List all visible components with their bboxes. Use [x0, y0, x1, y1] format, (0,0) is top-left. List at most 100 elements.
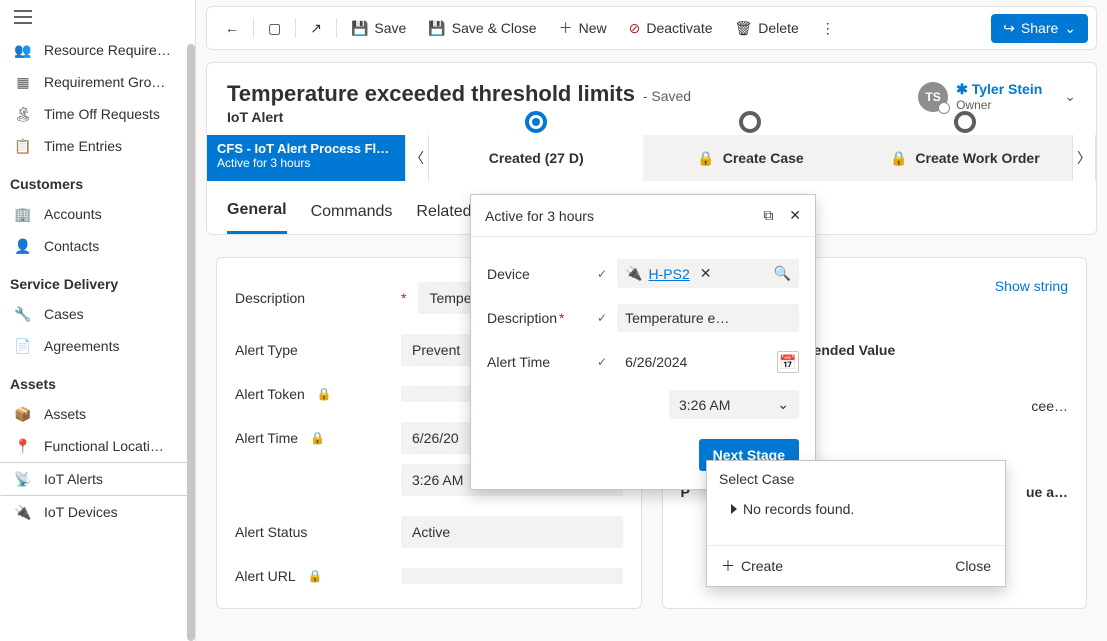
command-bar: ← ▢ ↗ 💾Save 💾Save & Close ＋New ⊘Deactiva… — [206, 6, 1097, 50]
save-close-button[interactable]: 💾Save & Close — [418, 14, 546, 43]
data-row: ue a… — [1026, 484, 1068, 500]
close-icon[interactable]: ✕ — [789, 207, 801, 223]
stage-circle-icon — [954, 111, 976, 133]
tab-commands[interactable]: Commands — [311, 195, 393, 233]
nav-resource-requirements[interactable]: 👥Resource Require… — [0, 34, 195, 66]
grid-icon: ▦ — [14, 73, 32, 91]
account-icon: 🏢 — [14, 205, 32, 223]
nav-section-service-delivery: Service Delivery — [0, 262, 195, 298]
check-icon: ✓ — [597, 267, 607, 281]
nav-functional-locations[interactable]: 📍Functional Locati… — [0, 430, 195, 462]
lookup-close-button[interactable]: Close — [955, 556, 991, 576]
nav-agreements[interactable]: 📄Agreements — [0, 330, 195, 362]
alert-status-input[interactable]: Active — [401, 516, 623, 548]
owner-role: Owner — [956, 98, 1042, 112]
flyout-field-description: Description* ✓ Temperature e… — [487, 296, 799, 340]
nav-section-customers: Customers — [0, 162, 195, 198]
back-button[interactable]: ← — [215, 14, 249, 42]
tab-related[interactable]: Related — [416, 195, 471, 233]
cube-icon: 📦 — [14, 405, 32, 423]
bpf-stage-created[interactable]: Created (27 D) — [429, 135, 643, 181]
flyout-field-alert-time: Alert Time ✓ 6/26/2024 📅 — [487, 340, 799, 384]
bpf-header[interactable]: CFS - IoT Alert Process Fl… Active for 3… — [207, 135, 405, 181]
owner-box[interactable]: TS ✱ Tyler Stein Owner ⌄ — [918, 81, 1076, 112]
timeoff-icon: 🏝 — [14, 105, 32, 123]
bpf-stage-create-case[interactable]: 🔒 Create Case — [643, 135, 857, 181]
lock-icon: 🔒 — [317, 387, 332, 401]
nav-time-off[interactable]: 🏝Time Off Requests — [0, 98, 195, 130]
clear-icon[interactable]: ✕ — [700, 265, 712, 282]
plus-icon: ＋ — [721, 556, 735, 576]
nav-iot-alerts[interactable]: 📡IoT Alerts — [0, 462, 195, 496]
plus-icon: ＋ — [559, 18, 573, 38]
deactivate-icon: ⊘ — [629, 20, 641, 37]
pin-icon: 📍 — [14, 437, 32, 455]
save-icon: 💾 — [351, 20, 368, 37]
contact-icon: 👤 — [14, 237, 32, 255]
chevron-down-icon[interactable]: ⌄ — [1064, 88, 1076, 105]
bpf-stage-flyout: Active for 3 hours ⧉ ✕ Device ✓ 🔌 H-PS2 … — [470, 194, 816, 490]
device-icon: 🔌 — [14, 503, 32, 521]
lookup-title: Select Case — [707, 461, 1005, 497]
overflow-button[interactable]: ⋮ — [811, 14, 845, 43]
nav-time-entries[interactable]: 📋Time Entries — [0, 130, 195, 162]
doc-icon: 📄 — [14, 337, 32, 355]
lookup-popup: Select Case No records found. ＋Create Cl… — [706, 460, 1006, 587]
avatar: TS — [918, 82, 948, 112]
share-icon: ↪ — [1003, 20, 1015, 37]
dock-icon[interactable]: ⧉ — [763, 207, 773, 223]
new-button[interactable]: ＋New — [549, 12, 617, 44]
lookup-empty: No records found. — [707, 497, 1005, 545]
nav-accounts[interactable]: 🏢Accounts — [0, 198, 195, 230]
required-indicator: * — [401, 290, 406, 306]
nav-iot-devices[interactable]: 🔌IoT Devices — [0, 496, 195, 528]
entity-name: IoT Alert — [227, 109, 691, 125]
check-icon: ✓ — [597, 355, 607, 369]
record-title: Temperature exceeded threshold limits — [227, 81, 635, 106]
nav-contacts[interactable]: 👤Contacts — [0, 230, 195, 262]
caret-right-icon — [731, 504, 737, 514]
bpf-prev-button[interactable]: 〈 — [405, 135, 429, 181]
field-alert-status: Alert Status Active — [235, 506, 623, 558]
flyout-title: Active for 3 hours — [485, 208, 594, 224]
date-input[interactable]: 6/26/2024 — [617, 348, 771, 376]
flyout-field-device: Device ✓ 🔌 H-PS2 ✕ 🔍 — [487, 251, 799, 296]
delete-button[interactable]: 🗑Delete — [725, 14, 809, 43]
save-close-icon: 💾 — [428, 20, 445, 37]
device-icon: 🔌 — [625, 265, 642, 282]
chevron-down-icon: ⌄ — [777, 396, 789, 413]
hamburger-button[interactable] — [0, 0, 195, 34]
more-icon: ⋮ — [821, 20, 835, 37]
owner-link[interactable]: ✱ Tyler Stein — [956, 81, 1042, 98]
share-button[interactable]: ↪Share⌄ — [991, 14, 1088, 43]
calendar-icon[interactable]: 📅 — [777, 351, 799, 373]
people-icon: 👥 — [14, 41, 32, 59]
bpf-next-button[interactable]: 〉 — [1072, 135, 1096, 181]
wrench-icon: 🔧 — [14, 305, 32, 323]
save-button[interactable]: 💾Save — [341, 14, 416, 43]
tab-general[interactable]: General — [227, 193, 287, 234]
check-icon: ✓ — [597, 311, 607, 325]
search-icon[interactable]: 🔍 — [774, 265, 791, 282]
deactivate-button[interactable]: ⊘Deactivate — [619, 14, 723, 43]
site-nav: 👥Resource Require… ▦Requirement Gro… 🏝Ti… — [0, 0, 196, 641]
nav-assets[interactable]: 📦Assets — [0, 398, 195, 430]
device-lookup[interactable]: 🔌 H-PS2 ✕ 🔍 — [617, 259, 799, 288]
form-selector-button[interactable]: ▢ — [258, 14, 291, 43]
description-input[interactable]: Temperature e… — [617, 304, 799, 332]
nav-cases[interactable]: 🔧Cases — [0, 298, 195, 330]
popout-button[interactable]: ↗ — [300, 14, 332, 43]
alert-url-input — [401, 568, 623, 584]
popout-icon: ↗ — [310, 20, 322, 37]
lookup-create-button[interactable]: ＋Create — [721, 556, 783, 576]
lock-icon: 🔒 — [890, 150, 907, 167]
time-input[interactable]: 3:26 AM ⌄ — [669, 390, 799, 419]
saved-tag: - Saved — [643, 88, 691, 104]
bpf-bar: CFS - IoT Alert Process Fl… Active for 3… — [207, 135, 1096, 181]
nav-requirement-groups[interactable]: ▦Requirement Gro… — [0, 66, 195, 98]
calendar-icon: 📋 — [14, 137, 32, 155]
chevron-down-icon: ⌄ — [1064, 20, 1076, 37]
show-string-link[interactable]: Show string — [995, 278, 1068, 294]
bpf-stage-create-wo[interactable]: 🔒 Create Work Order — [858, 135, 1072, 181]
field-alert-url: Alert URL🔒 — [235, 558, 623, 594]
